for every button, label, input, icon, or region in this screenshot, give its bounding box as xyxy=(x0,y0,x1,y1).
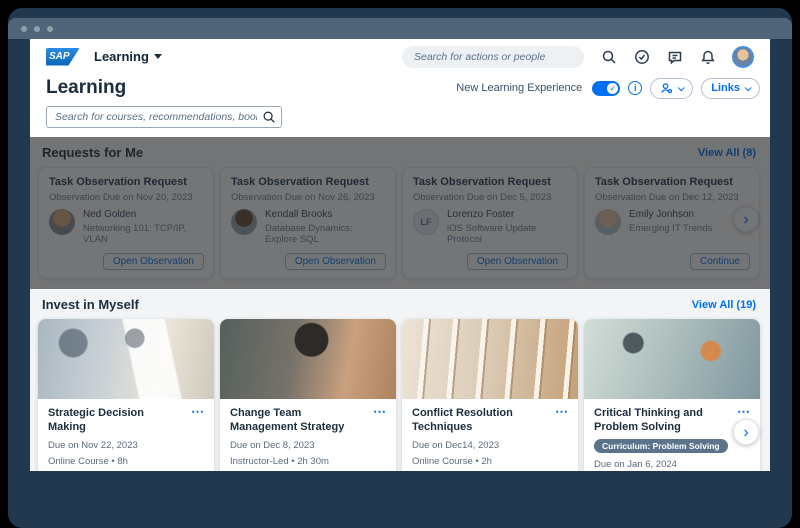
info-icon[interactable]: i xyxy=(628,81,642,95)
overflow-menu-icon[interactable]: ⋯ xyxy=(373,404,387,420)
page-title: Learning xyxy=(46,77,126,99)
search-icon[interactable] xyxy=(262,110,276,124)
page-search-row xyxy=(30,99,770,137)
invest-cards-row: Strategic Decision Making ⋯ Due on Nov 2… xyxy=(30,319,770,471)
learning-search-box xyxy=(46,106,282,128)
product-switcher[interactable]: Learning xyxy=(94,49,162,64)
course-due: Due on Nov 22, 2023 xyxy=(48,440,204,451)
global-search-input[interactable] xyxy=(402,46,584,68)
chevron-down-icon xyxy=(678,84,685,91)
dim-overlay xyxy=(30,137,770,289)
window-maximize-button[interactable] xyxy=(47,26,53,32)
course-thumbnail xyxy=(402,319,578,399)
chevron-down-icon xyxy=(745,84,752,91)
invest-carousel-next-button[interactable]: › xyxy=(733,419,759,445)
course-due: Due on Dec 8, 2023 xyxy=(230,440,386,451)
course-meta: Online Course • 8h xyxy=(48,456,204,467)
course-card[interactable]: Critical Thinking and Problem Solving ⋯ … xyxy=(584,319,760,471)
course-body: Strategic Decision Making ⋯ Due on Nov 2… xyxy=(38,399,214,467)
page-head: Learning New Learning Experience ✓ i Lin… xyxy=(30,74,770,99)
sap-logo: SAP xyxy=(46,48,80,66)
learning-search-input[interactable] xyxy=(46,106,282,128)
invest-section-title: Invest in Myself xyxy=(42,297,139,312)
user-avatar[interactable] xyxy=(732,46,754,68)
browser-window: SAP Learning xyxy=(8,8,792,528)
requests-for-me-section: Requests for Me View All (8) Task Observ… xyxy=(30,137,770,289)
course-body: Conflict Resolution Techniques ⋯ Due on … xyxy=(402,399,578,471)
curriculum-badge: Curriculum: Problem Solving xyxy=(594,439,728,453)
new-experience-label: New Learning Experience xyxy=(456,82,582,94)
new-experience-toggle[interactable]: ✓ xyxy=(592,81,620,96)
invest-in-myself-section: Invest in Myself View All (19) Strategic… xyxy=(30,289,770,471)
course-card[interactable]: Conflict Resolution Techniques ⋯ Due on … xyxy=(402,319,578,471)
toggle-check-icon: ✓ xyxy=(607,83,618,94)
course-thumbnail xyxy=(38,319,214,399)
overflow-menu-icon[interactable]: ⋯ xyxy=(191,404,205,420)
bell-icon[interactable] xyxy=(699,48,717,66)
search-icon[interactable] xyxy=(600,48,618,66)
window-titlebar xyxy=(8,18,792,39)
course-card[interactable]: Change Team Management Strategy ⋯ Due on… xyxy=(220,319,396,471)
course-title: Change Team Management Strategy xyxy=(230,406,386,435)
todo-check-icon[interactable] xyxy=(633,48,651,66)
admin-access-button[interactable] xyxy=(650,78,693,99)
chevron-down-icon xyxy=(154,54,162,59)
window-minimize-button[interactable] xyxy=(34,26,40,32)
app-header: SAP Learning xyxy=(30,39,770,74)
course-due: Due on Dec14, 2023 xyxy=(412,440,568,451)
links-label: Links xyxy=(711,82,740,94)
page-head-controls: New Learning Experience ✓ i Links xyxy=(456,78,760,99)
window-close-button[interactable] xyxy=(21,26,27,32)
page-content: SAP Learning xyxy=(30,39,770,471)
links-button[interactable]: Links xyxy=(701,78,760,99)
course-body: Change Team Management Strategy ⋯ Due on… xyxy=(220,399,396,471)
course-title: Strategic Decision Making xyxy=(48,406,204,435)
course-title: Critical Thinking and Problem Solving xyxy=(594,406,750,435)
course-title: Conflict Resolution Techniques xyxy=(412,406,568,435)
feedback-chat-icon[interactable] xyxy=(666,48,684,66)
product-name: Learning xyxy=(94,49,149,64)
course-thumbnail xyxy=(584,319,760,399)
course-meta: Instructor-Led • 2h 30m xyxy=(230,456,386,467)
course-card[interactable]: Strategic Decision Making ⋯ Due on Nov 2… xyxy=(38,319,214,471)
course-due: Due on Jan 6, 2024 xyxy=(594,459,750,470)
course-meta: Online Course • 2h xyxy=(412,456,568,467)
invest-view-all-link[interactable]: View All (19) xyxy=(692,299,756,311)
header-icons xyxy=(600,46,754,68)
course-thumbnail xyxy=(220,319,396,399)
overflow-menu-icon[interactable]: ⋯ xyxy=(555,404,569,420)
overflow-menu-icon[interactable]: ⋯ xyxy=(737,404,751,420)
invest-section-head: Invest in Myself View All (19) xyxy=(30,289,770,319)
